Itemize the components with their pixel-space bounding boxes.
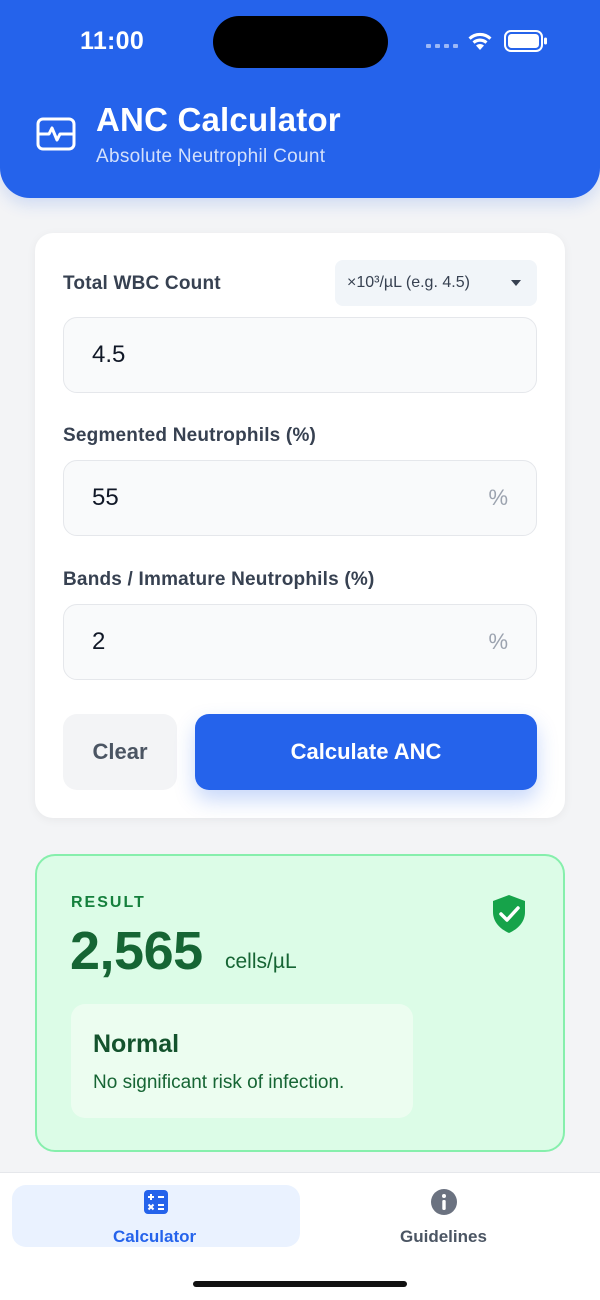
status-time: 11:00	[80, 27, 145, 55]
result-label: RESULT	[71, 894, 146, 911]
risk-status-panel: Normal No significant risk of infection.	[71, 1004, 413, 1118]
info-icon[interactable]	[430, 1188, 458, 1216]
tab-calculator-label[interactable]: Calculator	[113, 1227, 196, 1247]
wbc-unit-value: ×10³/µL (e.g. 4.5)	[347, 274, 470, 291]
bands-input[interactable]: 2 %	[63, 604, 537, 680]
segmented-input[interactable]: 55 %	[63, 460, 537, 536]
calculator-icon	[144, 1190, 168, 1214]
wbc-unit-select[interactable]: ×10³/µL (e.g. 4.5)	[335, 260, 537, 306]
risk-status-description: No significant risk of infection.	[93, 1072, 345, 1093]
anc-result-unit: cells/µL	[225, 950, 297, 973]
bands-label: Bands / Immature Neutrophils (%)	[63, 569, 375, 590]
calculate-anc-button[interactable]: Calculate ANC	[195, 714, 537, 790]
percent-suffix: %	[488, 485, 508, 510]
segmented-input-value: 55	[92, 484, 119, 511]
result-card: RESULT 2,565 cells/µL Normal No signific…	[35, 854, 565, 1152]
app-header: 11:00 ANC Calculator Absolute Neutrophil…	[0, 0, 600, 198]
app-title: ANC Calculator	[96, 101, 341, 138]
app-subtitle: Absolute Neutrophil Count	[96, 146, 326, 167]
dynamic-island	[213, 16, 388, 68]
cellular-signal-icon	[426, 44, 458, 48]
bands-input-value: 2	[92, 628, 106, 655]
calculator-form-card: Total WBC Count ×10³/µL (e.g. 4.5) 4.5 S…	[35, 233, 565, 818]
tab-guidelines-label[interactable]: Guidelines	[400, 1227, 487, 1247]
battery-icon	[504, 30, 547, 52]
wifi-icon	[468, 32, 492, 50]
wbc-input[interactable]: 4.5	[63, 317, 537, 393]
caret-down-icon	[511, 280, 521, 286]
wbc-label: Total WBC Count	[63, 273, 221, 294]
clear-button[interactable]: Clear	[63, 714, 177, 790]
anc-result-value: 2,565	[70, 921, 203, 981]
home-indicator[interactable]	[193, 1281, 407, 1287]
segmented-label: Segmented Neutrophils (%)	[63, 425, 317, 446]
percent-suffix: %	[488, 629, 508, 654]
shield-check-icon	[493, 895, 525, 933]
wbc-input-value: 4.5	[92, 341, 126, 368]
risk-status-title: Normal	[93, 1030, 180, 1058]
activity-monitor-icon	[36, 117, 76, 151]
